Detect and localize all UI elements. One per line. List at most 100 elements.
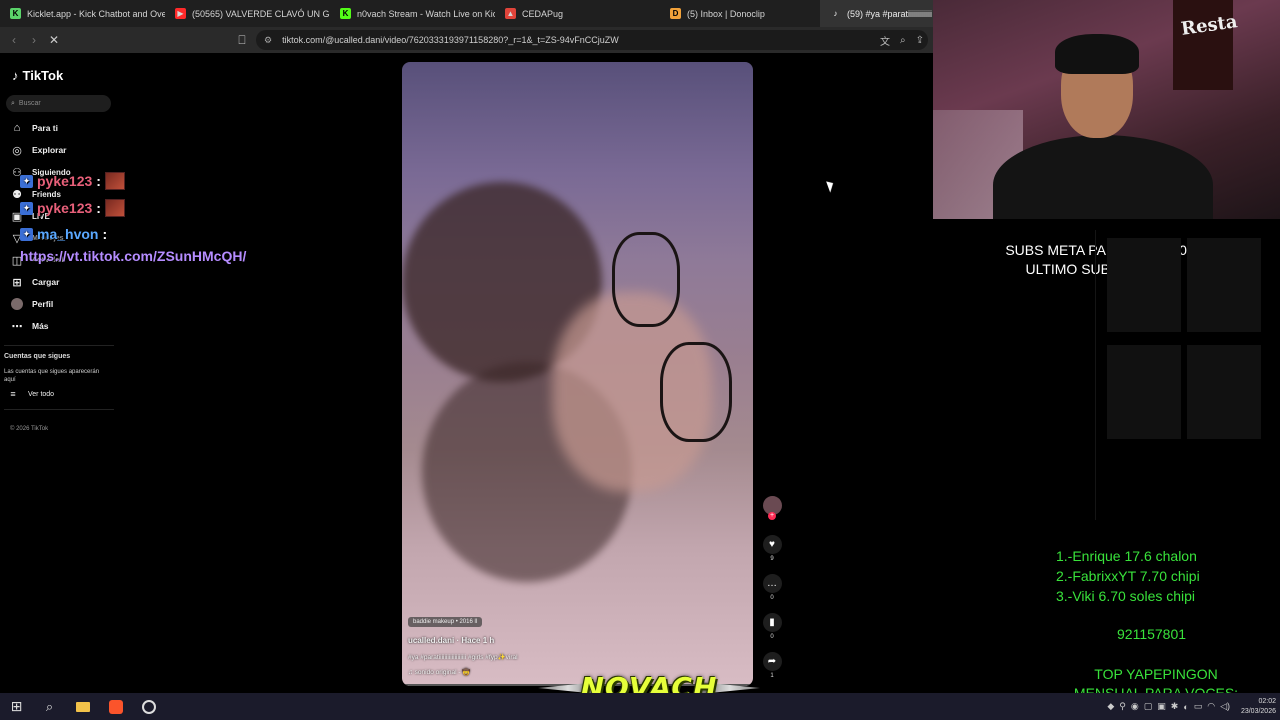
follow-plus-icon[interactable]: + [768,512,776,520]
emote-icon [104,172,125,190]
following-title: Cuentas que sigues [4,353,71,360]
share-arrow-icon: ➦ [762,652,782,671]
sidebar-item-para-ti[interactable]: ⌂ Para ti [10,120,58,136]
video-player[interactable]: baddie makeup • 2016 ll ucalled.dani · H… [402,62,753,686]
tab-kicklet[interactable]: K Kicklet.app - Kick Chatbot and Overl [0,0,165,27]
tab-tiktok-active[interactable]: ♪ (59) #ya #paratiiiiiiiiiiii [820,0,933,27]
brave-browser-button[interactable] [99,693,132,720]
network-icon[interactable]: ▭ [1194,701,1203,712]
arrow-right-icon: › [32,33,36,47]
tab-title: (59) #ya #paratiiiiiiiiiiii [847,8,933,19]
emote-icon [104,199,125,217]
list-item: 3.-Viki 6.70 soles chipi [1056,588,1196,604]
sidebar-item-perfil[interactable]: Perfil [10,296,53,312]
divider [4,345,114,346]
microphone-icon[interactable]: ⚲ [1119,701,1126,712]
sidebar-item-cargar[interactable]: ⊞ Cargar [10,274,59,290]
tiktok-sidebar: ♪ TikTok ⌕ Buscar ⌂ Para ti ◎ Explorar ⚇ Si… [0,53,125,693]
forward-button[interactable]: › [24,30,44,50]
url-text: tiktok.com/@ucalled.dani/video/762033319… [282,35,619,45]
chat-colon: : [96,200,101,216]
nav-label: Cargar [32,277,60,287]
overlay-panel [1107,238,1181,332]
copyright: © 2026 TikTok [10,426,49,432]
tiktok-logo[interactable]: ♪ TikTok [12,68,63,83]
sidebar-item-mas[interactable]: ⋯ Más [10,318,49,334]
share-button[interactable]: ➦ 1 [760,652,784,679]
chat-colon: : [102,226,108,242]
share-count: 1 [770,673,774,679]
search-button[interactable]: ⌕ [33,693,66,720]
bookmark-button[interactable]: ⎕ [232,30,252,50]
stop-button[interactable]: ✕ [44,30,64,50]
screen: K Kicklet.app - Kick Chatbot and Overl ▶… [0,0,1280,720]
overlay-panel [1107,345,1181,439]
webcam-feed: Resta [933,0,1280,219]
steam-icon[interactable]: ◉ [1131,701,1139,712]
video-author[interactable]: ucalled.dani · Hace 1 h [408,636,494,645]
webcam-poster: Resta [1173,0,1239,90]
share-icon[interactable]: ⇪ [916,35,924,46]
like-button[interactable]: ♥ 9 [760,535,784,562]
webcam-content [993,135,1213,219]
avatar-icon [10,297,24,311]
chat-user: ma_hvon [37,226,99,242]
see-all-link[interactable]: ≡ Ver todo [6,386,54,402]
clock-date: 23/03/2026 [1240,708,1276,715]
chat-link[interactable]: https://vt.tiktok.com/ZSunHMcQH/ [20,248,246,264]
url-bar[interactable]: ⚙ tiktok.com/@ucalled.dani/video/7620333… [256,30,928,50]
youtube-icon: ▶ [175,8,186,19]
tab-kick[interactable]: K n0vach Stream - Watch Live on Kick [330,0,495,27]
tab-cedapug[interactable]: ▲ CEDAPug [495,0,660,27]
bookmark-icon: ⎕ [238,32,246,47]
comment-button[interactable]: … 0 [760,574,784,601]
effect-pill[interactable]: baddie makeup • 2016 ll [408,617,483,627]
home-icon: ⌂ [13,122,21,134]
heart-icon: ♥ [762,535,782,554]
save-button[interactable]: ▮ 0 [760,613,784,640]
volume-icon[interactable]: ◁) [1220,701,1230,712]
folder-icon [75,701,90,712]
start-button[interactable]: ⊞ [0,693,33,720]
tab-title: (5) Inbox | Donoclip [687,8,765,19]
badge-icon: ✦ [20,227,33,241]
author-avatar[interactable]: + [760,496,784,520]
tab-donoclip[interactable]: D (5) Inbox | Donoclip [660,0,820,27]
app-icon[interactable]: ◐ [1183,702,1188,712]
app-icon[interactable]: ▢ [1144,701,1153,712]
tab-youtube[interactable]: ▶ (50565) VALVERDE CLAVÓ UN GOLA [165,0,330,27]
bookmark-icon: ▮ [762,613,782,632]
app-icon[interactable]: ✱ [1171,701,1179,712]
obs-button[interactable] [132,693,165,720]
dropbox-icon[interactable]: ◆ [1107,701,1114,712]
kick-icon: K [340,8,351,19]
close-icon: ✕ [48,33,60,47]
video-sound[interactable]: ♫ sonido original - 🤠 [408,668,470,676]
clock[interactable]: 02:02 23/03/2026 [1232,697,1276,717]
browser-toolbar: ‹ › ✕ ⎕ ⚙ tiktok.com/@ucalled.dani/video… [0,27,933,53]
search-icon: ⌕ [45,698,54,714]
search-icon: ⌕ [11,99,15,107]
tab-title: Kicklet.app - Kick Chatbot and Overl [27,8,165,19]
save-count: 0 [770,634,774,640]
file-explorer-button[interactable] [66,693,99,720]
webcam-content [1055,34,1139,74]
translate-icon[interactable]: 文 [880,33,890,48]
chat-colon: : [96,173,101,189]
list-item: 1.-Enrique 17.6 chalon [1056,548,1197,564]
sidebar-item-explorar[interactable]: ◎ Explorar [10,142,67,158]
nav-label: Explorar [32,145,67,155]
upload-icon: ⊞ [12,276,22,289]
cedapug-icon: ▲ [505,8,516,19]
video-content [612,232,680,327]
search-input[interactable]: ⌕ Buscar [6,95,111,112]
windows-icon: ⊞ [10,698,23,714]
wifi-icon[interactable]: ◠ [1207,701,1215,712]
divider [1095,230,1096,520]
site-settings-icon: ⚙ [264,34,273,45]
zoom-icon[interactable]: ⌕ [900,35,906,46]
app-icon[interactable]: ▣ [1157,701,1166,712]
nav-label: Para ti [32,123,58,133]
back-button[interactable]: ‹ [4,30,24,50]
brave-icon [108,699,123,714]
